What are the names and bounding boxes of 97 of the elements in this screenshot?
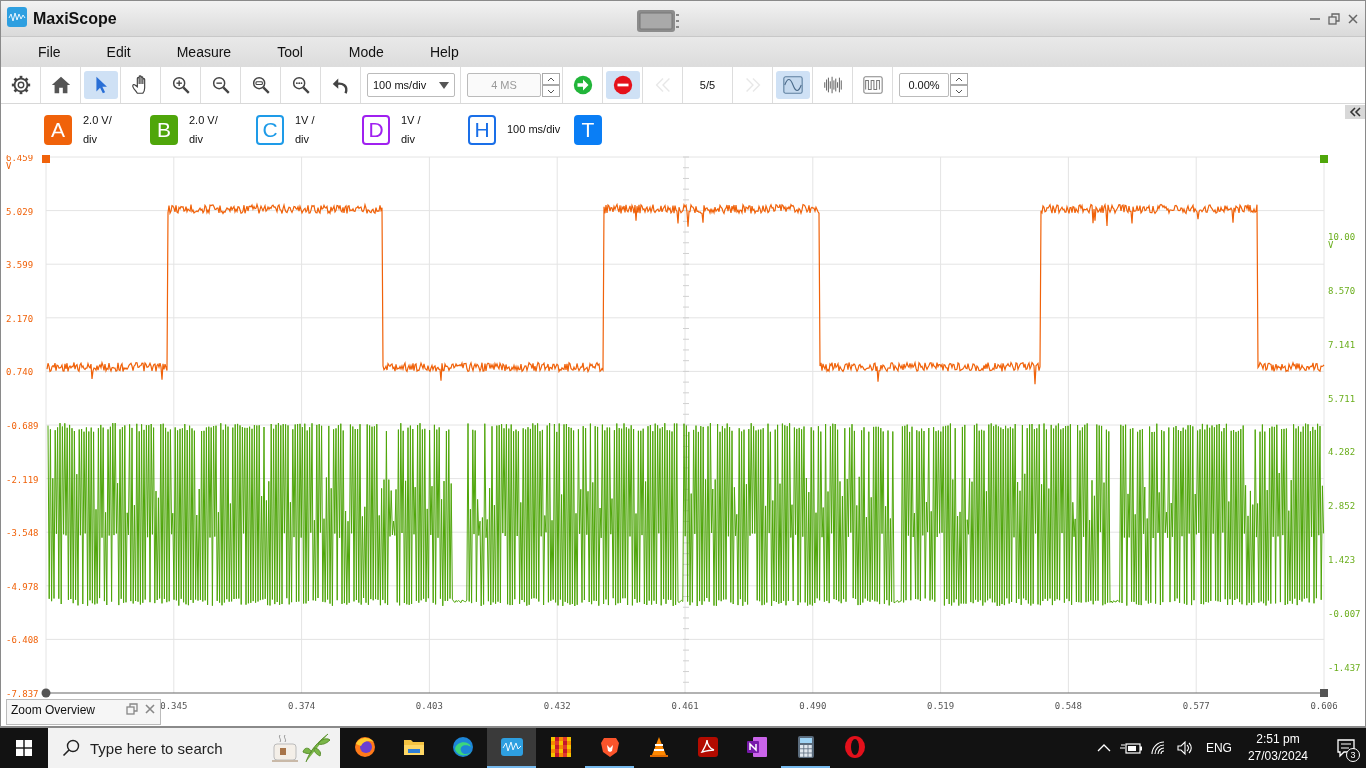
axis-label: 0.740 — [6, 367, 34, 378]
caret-icon — [439, 81, 449, 89]
window-title: MaxiScope — [33, 9, 117, 28]
axis-label: 0.577 — [1182, 701, 1210, 711]
windows-icon — [16, 740, 32, 756]
axis-label: 0.432 — [543, 701, 571, 711]
axis-label: 0.519 — [927, 701, 955, 711]
axis-label: 1.423 — [1328, 555, 1356, 566]
app-icon — [7, 6, 27, 27]
axis-label: 8.570 — [1328, 285, 1356, 296]
panel-title: Zoom Overview — [11, 703, 96, 717]
axis-label: 2.170 — [6, 313, 34, 324]
clock-time[interactable]: 2:51 pm — [1256, 731, 1300, 748]
spin-down-button[interactable] — [950, 85, 968, 97]
toolbar-button[interactable] — [605, 71, 640, 99]
axis-label: 0.374 — [288, 701, 316, 711]
channel-button[interactable]: D — [362, 114, 390, 145]
axis-label: 7.141 — [1328, 339, 1356, 350]
message-icon — [1336, 738, 1356, 758]
gear-icon — [9, 74, 32, 96]
menu-item[interactable]: Measure — [153, 44, 255, 60]
arrow-circle-icon — [571, 74, 594, 96]
device-icon — [636, 9, 680, 33]
axis-label: -7.837 — [6, 689, 39, 699]
channel-scale: 2.0 V/div — [189, 112, 219, 147]
globe-icon — [352, 735, 377, 759]
axis-label: 0.345 — [160, 701, 188, 711]
toolbar-button[interactable] — [83, 71, 118, 99]
channel-scale: 2.0 V/div — [83, 112, 113, 147]
axis-label: 0.461 — [671, 701, 699, 711]
number-field[interactable]: 0.00% — [899, 73, 949, 97]
ring-icon — [842, 735, 867, 759]
axis-unit: V — [6, 161, 12, 171]
square-wave-icon — [861, 74, 884, 96]
collapse-button[interactable] — [1345, 105, 1365, 119]
axis-label: 5.029 — [6, 206, 34, 217]
document-icon — [695, 735, 720, 759]
restore-icon — [126, 703, 138, 715]
axis-unit: V — [1328, 240, 1334, 250]
home-icon — [49, 74, 72, 96]
menu-item[interactable]: Edit — [83, 44, 154, 60]
notification-button[interactable]: 3 — [1326, 728, 1366, 768]
waveform-icon — [499, 735, 524, 759]
sine-wave-icon — [781, 74, 804, 96]
channel-scale: 1V /div — [295, 112, 316, 147]
clock-date[interactable]: 27/03/2024 — [1247, 748, 1308, 765]
axis-label: 3.599 — [6, 260, 34, 271]
menu-item[interactable]: Tool — [254, 44, 326, 60]
bars-icon — [821, 74, 844, 96]
axis-label: 0.403 — [415, 701, 443, 711]
trace-marker[interactable] — [42, 155, 50, 163]
menu-item[interactable]: Mode — [325, 44, 407, 60]
notification-badge: 3 — [1346, 748, 1360, 762]
spin-up-button[interactable] — [542, 73, 560, 85]
axis-label: -1.437 — [1328, 662, 1361, 673]
swirl-icon — [450, 735, 475, 759]
battery-icon — [1119, 740, 1142, 756]
axis-label: -2.119 — [6, 474, 39, 485]
close-button[interactable] — [144, 703, 156, 715]
float-button[interactable] — [126, 703, 138, 715]
taskbar-button[interactable] — [487, 728, 536, 768]
grid-icon — [548, 735, 573, 759]
axis-label: -0.689 — [6, 421, 39, 431]
menu-item[interactable]: Help — [406, 44, 482, 60]
notebook-icon — [744, 735, 769, 759]
channel-scale: 100 ms/div — [507, 122, 561, 137]
channel-scale: 1V /div — [401, 112, 422, 147]
volume-icon — [1175, 740, 1194, 756]
channel-button[interactable]: H — [468, 114, 496, 145]
axis-label: 0.548 — [1054, 701, 1082, 711]
trace-marker[interactable] — [1320, 155, 1328, 163]
axis-label: -6.408 — [6, 635, 39, 646]
axis-label: -4.978 — [6, 581, 39, 592]
axis-label: 4.282 — [1328, 447, 1356, 458]
axis-label: 2.852 — [1328, 501, 1356, 512]
axis-label: 10.00 — [1328, 232, 1356, 242]
restore-icon — [1328, 12, 1340, 25]
timebase-dropdown[interactable]: 100 ms/div — [367, 73, 455, 97]
stop-icon — [611, 74, 634, 96]
search-field[interactable]: Type here to search — [48, 728, 340, 768]
spin-up-button[interactable] — [950, 73, 968, 85]
axis-label: -3.548 — [6, 528, 39, 539]
axis-label: -0.007 — [1328, 608, 1361, 619]
axis-label: 0.606 — [1310, 701, 1338, 711]
channel-button[interactable]: T — [574, 114, 602, 145]
double-chevron-icon — [1349, 107, 1361, 117]
axis-label: 5.711 — [1328, 393, 1356, 404]
language-indicator[interactable]: ENG — [1205, 741, 1232, 755]
close-icon — [1347, 12, 1359, 25]
axis-label: 0.490 — [799, 701, 827, 711]
spin-down-button[interactable] — [542, 85, 560, 97]
page-counter: 5/5 — [699, 79, 716, 91]
search-icon — [62, 739, 80, 757]
axis-label: 6.459 — [6, 155, 34, 163]
close-icon — [144, 703, 156, 715]
menu-item[interactable]: File — [15, 44, 84, 60]
restore-button[interactable] — [1326, 10, 1342, 27]
